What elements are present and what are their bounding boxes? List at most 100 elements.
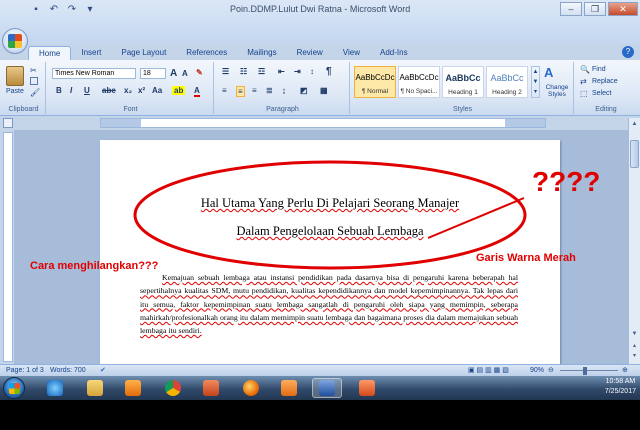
style-no-spacing[interactable]: AaBbCcDc ¶ No Spaci... bbox=[398, 66, 440, 98]
replace-icon[interactable]: ⇄ bbox=[580, 77, 587, 86]
horizontal-ruler[interactable] bbox=[100, 118, 546, 128]
taskbar-powerpoint[interactable] bbox=[196, 378, 226, 398]
change-case-icon[interactable]: Aa bbox=[152, 86, 162, 95]
taskbar: 10:58 AM 7/25/2017 bbox=[0, 376, 640, 400]
zoom-out-icon[interactable]: ⊖ bbox=[548, 366, 554, 376]
strikethrough-icon[interactable]: abe bbox=[102, 86, 116, 95]
copy-icon[interactable] bbox=[30, 77, 38, 85]
vertical-ruler[interactable] bbox=[3, 132, 13, 362]
tab-home[interactable]: Home bbox=[28, 46, 72, 60]
grow-font-icon[interactable]: A bbox=[170, 68, 177, 79]
font-size-field[interactable]: 18 bbox=[140, 68, 166, 79]
font-color-icon[interactable]: A bbox=[194, 86, 200, 97]
style-sample: AaBbCcDc bbox=[399, 73, 439, 82]
word-count[interactable]: Words: 700 bbox=[50, 366, 86, 376]
taskbar-recorder[interactable] bbox=[274, 378, 304, 398]
paste-label[interactable]: Paste bbox=[6, 88, 24, 95]
bold-icon[interactable]: B bbox=[56, 86, 62, 95]
taskbar-word[interactable] bbox=[312, 378, 342, 398]
next-page-icon[interactable]: ▾ bbox=[630, 352, 639, 361]
subscript-icon[interactable]: x₂ bbox=[124, 86, 132, 95]
decrease-indent-icon[interactable]: ⇤ bbox=[278, 67, 285, 76]
borders-icon[interactable]: ▦ bbox=[320, 86, 328, 95]
zoom-level[interactable]: 90% bbox=[530, 366, 544, 376]
office-button[interactable] bbox=[2, 28, 28, 54]
align-left-icon[interactable]: ≡ bbox=[222, 86, 227, 95]
style-heading-2[interactable]: AaBbCc Heading 2 bbox=[486, 66, 528, 98]
find-icon[interactable]: 🔍 bbox=[580, 65, 590, 74]
zoom-slider[interactable] bbox=[560, 370, 618, 371]
taskbar-capture[interactable] bbox=[352, 378, 382, 398]
show-formatting-icon[interactable]: ¶ bbox=[326, 66, 332, 77]
shrink-font-icon[interactable]: A bbox=[182, 69, 188, 78]
find-button[interactable]: Find bbox=[592, 66, 606, 73]
change-styles-button[interactable]: Change Styles bbox=[542, 84, 572, 98]
zoom-slider-thumb[interactable] bbox=[583, 367, 587, 375]
italic-icon[interactable]: I bbox=[70, 86, 72, 95]
document-body[interactable]: Kemajuan sebuah lembaga atau instansi pe… bbox=[140, 271, 518, 337]
change-styles-icon[interactable]: A bbox=[544, 65, 553, 80]
increase-indent-icon[interactable]: ⇥ bbox=[294, 67, 301, 76]
replace-button[interactable]: Replace bbox=[592, 78, 618, 85]
start-button[interactable] bbox=[3, 377, 25, 399]
select-icon[interactable]: ⬚ bbox=[580, 89, 588, 98]
zoom-in-icon[interactable]: ⊕ bbox=[622, 366, 628, 376]
cut-icon[interactable]: ✂ bbox=[30, 66, 37, 75]
tab-selector[interactable] bbox=[3, 118, 13, 128]
customize-qat-icon[interactable]: ▾ bbox=[84, 4, 96, 16]
clear-formatting-icon[interactable]: ✎ bbox=[196, 68, 203, 77]
vertical-scrollbar[interactable]: ▲ ▼ ▴ ▾ bbox=[628, 118, 640, 364]
undo-icon[interactable]: ↶ bbox=[48, 4, 60, 16]
scroll-up-icon[interactable]: ▲ bbox=[630, 120, 639, 129]
page-count[interactable]: Page: 1 of 3 bbox=[6, 366, 44, 376]
taskbar-firefox[interactable] bbox=[236, 378, 266, 398]
underline-icon[interactable]: U bbox=[84, 86, 90, 95]
bullets-icon[interactable]: ☰ bbox=[222, 67, 229, 76]
taskbar-explorer[interactable] bbox=[80, 378, 110, 398]
document-title-line-1[interactable]: Hal Utama Yang Perlu Di Pelajari Seorang… bbox=[100, 196, 560, 211]
multilevel-list-icon[interactable]: ☲ bbox=[258, 67, 265, 76]
close-button[interactable]: ✕ bbox=[608, 2, 638, 16]
style-normal[interactable]: AaBbCcDc ¶ Normal bbox=[354, 66, 396, 98]
font-name-field[interactable]: Times New Roman bbox=[52, 68, 136, 79]
restore-button[interactable]: ❐ bbox=[584, 2, 606, 16]
tab-view[interactable]: View bbox=[333, 46, 370, 60]
taskbar-media[interactable] bbox=[118, 378, 148, 398]
superscript-icon[interactable]: x² bbox=[138, 86, 145, 95]
font-group-label: Font bbox=[123, 106, 138, 113]
tab-mailings[interactable]: Mailings bbox=[237, 46, 286, 60]
view-buttons[interactable]: ▣ ▤ ▥ ▦ ▧ bbox=[468, 366, 509, 376]
taskbar-chrome[interactable] bbox=[158, 378, 188, 398]
previous-page-icon[interactable]: ▴ bbox=[630, 342, 639, 351]
minimize-button[interactable]: – bbox=[560, 2, 582, 16]
tab-add-ins[interactable]: Add-Ins bbox=[370, 46, 418, 60]
justify-icon[interactable]: ≣ bbox=[266, 86, 273, 95]
line-spacing-icon[interactable]: ↨ bbox=[282, 86, 286, 95]
save-icon[interactable]: ▪ bbox=[30, 4, 42, 16]
numbering-icon[interactable]: ☷ bbox=[240, 67, 247, 76]
sort-icon[interactable]: ↕ bbox=[310, 67, 314, 76]
tab-insert[interactable]: Insert bbox=[71, 46, 111, 60]
tab-review[interactable]: Review bbox=[287, 46, 333, 60]
document-title-line-2[interactable]: Dalam Pengelolaan Sebuah Lembaga bbox=[100, 224, 560, 239]
format-painter-icon[interactable]: 🖌 bbox=[30, 88, 40, 97]
font-group: Times New Roman 18 A A ✎ B I U abe x₂ x²… bbox=[48, 62, 214, 114]
select-button[interactable]: Select bbox=[592, 90, 611, 97]
proofing-icon[interactable]: ✔ bbox=[100, 366, 106, 376]
taskbar-ie[interactable] bbox=[40, 378, 70, 398]
paste-icon[interactable] bbox=[6, 66, 24, 86]
redo-icon[interactable]: ↷ bbox=[66, 4, 78, 16]
tab-page-layout[interactable]: Page Layout bbox=[111, 46, 176, 60]
style-heading-1[interactable]: AaBbCc Heading 1 bbox=[442, 66, 484, 98]
align-right-icon[interactable]: ≡ bbox=[252, 86, 257, 95]
help-icon[interactable]: ? bbox=[622, 46, 634, 58]
align-center-icon[interactable]: ≡ bbox=[236, 86, 245, 97]
scrollbar-thumb[interactable] bbox=[630, 140, 639, 168]
status-bar: Page: 1 of 3 Words: 700 ✔ ▣ ▤ ▥ ▦ ▧ 90% … bbox=[0, 364, 640, 376]
system-tray[interactable]: 10:58 AM 7/25/2017 bbox=[605, 377, 636, 397]
shading-icon[interactable]: ◩ bbox=[300, 86, 308, 95]
highlight-icon[interactable]: ab bbox=[172, 86, 186, 95]
styles-scroll-icon[interactable]: ▲ ▼ ▾ bbox=[531, 66, 540, 98]
scroll-down-icon[interactable]: ▼ bbox=[630, 330, 639, 339]
tab-references[interactable]: References bbox=[176, 46, 237, 60]
